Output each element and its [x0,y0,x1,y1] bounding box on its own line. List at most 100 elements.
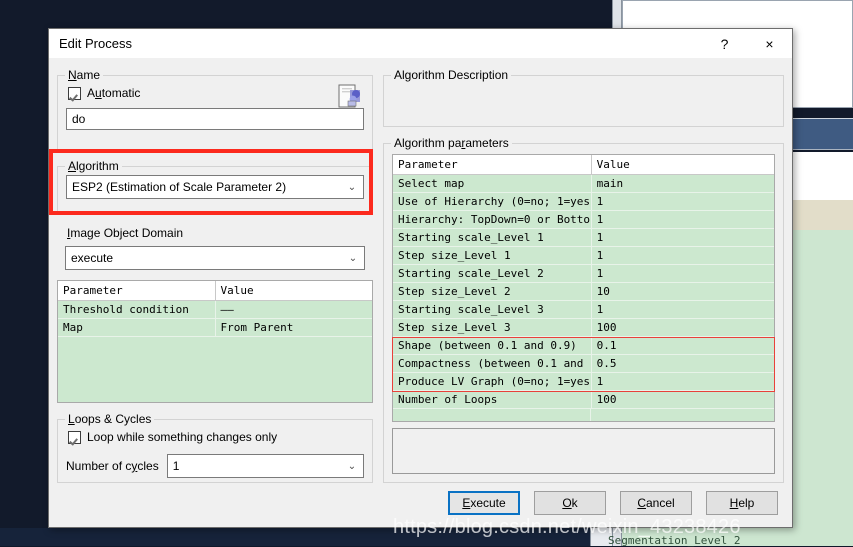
row-parameter: Select map [393,174,592,193]
algorithm-description-group: Algorithm Description [383,68,784,127]
parameters-table-header-row: Parameter Value [393,155,774,175]
loops-legend-accel: L [68,412,75,426]
help-icon[interactable]: ? [702,29,747,58]
table-row[interactable]: Compactness (between 0.1 and ... 0.5 [393,354,774,373]
param-col-parameter: Parameter [393,155,592,175]
domain-table-body: Threshold condition —— Map From Parent [58,300,372,337]
row-parameter: Starting scale_Level 2 [393,264,592,283]
row-value: 1 [591,300,774,319]
table-row[interactable]: Threshold condition —— [58,300,372,319]
row-value: 1 [591,192,774,211]
document-copy-icon[interactable] [338,84,362,110]
table-row[interactable]: Use of Hierarchy (0=no; 1=yes) 1 [393,192,774,211]
execute-button[interactable]: Execute [448,491,520,515]
algorithm-legend-accel: A [68,159,77,173]
image-object-domain-select[interactable]: execute ⌄ [65,246,365,270]
table-row[interactable]: Number of Loops 100 [393,390,774,409]
row-parameter: Hierarchy: TopDown=0 or Botto... [393,210,592,229]
row-parameter: Step size_Level 2 [393,282,592,301]
row-parameter: Step size_Level 3 [393,318,592,337]
row-value: 1 [591,210,774,229]
table-row[interactable]: Step size_Level 3 100 [393,318,774,337]
row-value: 1 [591,246,774,265]
row-parameter: Map [58,318,216,337]
edit-process-dialog: Edit Process ? × Name Automatic do Algor… [48,28,793,528]
algorithm-selected-value: ESP2 (Estimation of Scale Parameter 2) [72,180,287,194]
parameters-table-empty-area [393,409,774,421]
row-value: —— [215,300,372,319]
name-legend-accel: N [68,68,77,82]
table-row[interactable]: Select map main [393,174,774,193]
domain-table-head: Parameter Value [58,281,372,301]
loop-while-changes-checkbox[interactable] [68,430,81,444]
close-icon[interactable]: × [747,29,792,58]
table-row[interactable]: Shape (between 0.1 and 0.9) 0.1 [393,336,774,355]
table-row[interactable]: Produce LV Graph (0=no; 1=yes) 1 [393,372,774,391]
chevron-down-icon[interactable]: ⌄ [343,461,361,472]
row-parameter: Starting scale_Level 3 [393,300,592,319]
algorithm-legend-rest: lgorithm [76,159,119,173]
automatic-checkbox[interactable] [68,86,81,100]
parameters-table-body: Select map main Use of Hierarchy (0=no; 1=… [393,174,774,409]
algorithm-select[interactable]: ESP2 (Estimation of Scale Parameter 2) ⌄ [66,175,364,199]
chevron-down-icon[interactable]: ⌄ [344,253,362,264]
right-column: Algorithm Description Algorithm paramete… [383,66,784,483]
dialog-button-row: Execute Ok Cancel Help [49,483,792,527]
background-dark-bottom [0,528,590,546]
description-group-legend: Algorithm Description [391,68,512,82]
row-value: 100 [591,390,774,409]
row-value: 1 [591,264,774,283]
table-row[interactable]: Starting scale_Level 21 [393,264,774,283]
process-name-input[interactable]: do [66,108,364,130]
number-of-cycles-value: 1 [172,459,180,473]
domain-col-parameter: Parameter [58,281,216,301]
domain-table-header-row: Parameter Value [58,281,372,301]
algorithm-parameters-table[interactable]: Parameter Value Select map main Use of Hie… [392,154,775,422]
row-parameter: Produce LV Graph (0=no; 1=yes) [393,372,592,391]
parameters-table-head: Parameter Value [393,155,774,175]
dialog-title: Edit Process [59,36,132,51]
row-value: 0.1 [591,336,774,355]
empty-col-right [591,409,774,421]
number-of-cycles-row: Number of cycles 1 ⌄ [66,454,364,478]
help-button[interactable]: Help [706,491,778,515]
cancel-button[interactable]: Cancel [620,491,692,515]
row-value: 10 [591,282,774,301]
name-group-legend: Name [65,68,104,82]
dialog-body: Name Automatic do Algorithm ESP2 (Estima… [49,58,792,483]
left-column: Name Automatic do Algorithm ESP2 (Estima… [49,66,373,483]
chevron-down-icon[interactable]: ⌄ [343,182,361,193]
row-parameter: Step size_Level 1 [393,246,592,265]
param-col-value: Value [591,155,774,175]
table-row[interactable]: Hierarchy: TopDown=0 or Botto... 1 [393,210,774,229]
loop-while-changes-label: Loop while something changes only [87,430,278,444]
domain-parameter-table-grid: Parameter Value Threshold condition —— Map… [58,281,372,337]
algorithm-group-legend: Algorithm [65,159,122,173]
parameter-detail-panel [392,428,775,474]
domain-legend-rest: mage Object Domain [70,226,184,240]
table-row[interactable]: Step size_Level 11 [393,246,774,265]
domain-col-value: Value [215,281,372,301]
number-of-cycles-select[interactable]: 1 ⌄ [166,454,364,478]
table-row[interactable]: Step size_Level 2 10 [393,282,774,301]
row-value: 1 [591,372,774,391]
ok-button[interactable]: Ok [534,491,606,515]
domain-table-empty-area [58,337,372,402]
row-value: 0.5 [591,354,774,373]
algorithm-group: Algorithm ESP2 (Estimation of Scale Para… [57,159,373,212]
automatic-label: Automatic [87,86,141,100]
domain-selected-value: execute [71,251,114,265]
table-row[interactable]: Map From Parent [58,318,372,337]
name-legend-rest: ame [76,68,101,82]
row-value: 1 [591,228,774,247]
automatic-checkbox-row[interactable]: Automatic [68,86,364,100]
row-parameter: Number of Loops [393,390,592,409]
table-row[interactable]: Starting scale_Level 31 [393,300,774,319]
row-parameter: Starting scale_Level 1 [393,228,592,247]
table-row[interactable]: Starting scale_Level 11 [393,228,774,247]
domain-parameter-table[interactable]: Parameter Value Threshold condition —— Map… [57,280,373,403]
row-value: From Parent [215,318,372,337]
loop-while-changes-row[interactable]: Loop while something changes only [68,430,364,444]
row-value: main [591,174,774,193]
loops-group-legend: Loops & Cycles [65,412,155,426]
